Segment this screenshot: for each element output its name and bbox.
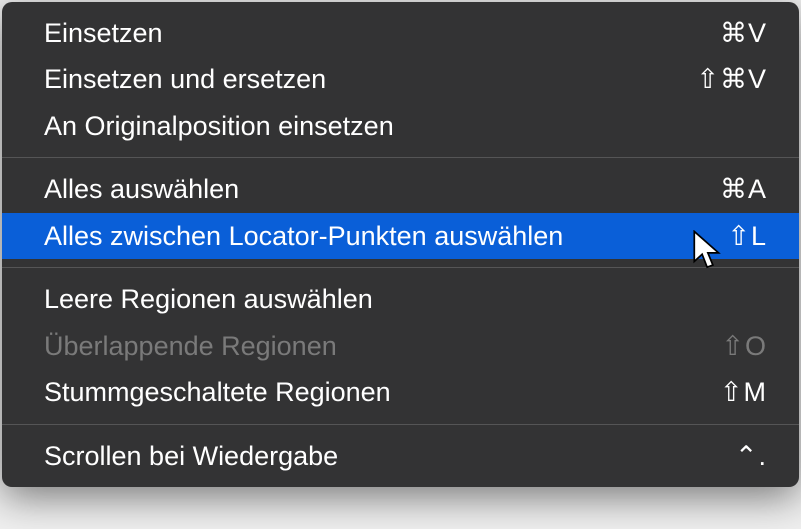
menu-item-shortcut: ⌘V bbox=[720, 15, 767, 51]
menu-item-label: Alles auswählen bbox=[44, 171, 700, 207]
menu-item-paste-replace[interactable]: Einsetzen und ersetzen ⇧⌘V bbox=[2, 56, 799, 102]
menu-item-select-all[interactable]: Alles auswählen ⌘A bbox=[2, 166, 799, 212]
menu-item-shortcut: ⇧M bbox=[720, 374, 767, 410]
menu-item-label: Einsetzen bbox=[44, 15, 700, 51]
menu-item-label: Leere Regionen auswählen bbox=[44, 281, 747, 317]
menu-item-label: Alles zwischen Locator-Punkten auswählen bbox=[44, 218, 707, 254]
menu-item-select-between-locators[interactable]: Alles zwischen Locator-Punkten auswählen… bbox=[2, 213, 799, 259]
menu-item-label: Scrollen bei Wiedergabe bbox=[44, 438, 715, 474]
menu-item-shortcut: ⇧O bbox=[721, 328, 767, 364]
menu-item-shortcut: ⌘A bbox=[720, 171, 767, 207]
menu-item-shortcut: ⇧⌘V bbox=[696, 61, 767, 97]
menu-item-overlapping-regions: Überlappende Regionen ⇧O bbox=[2, 323, 799, 369]
menu-item-paste-original-position[interactable]: An Originalposition einsetzen bbox=[2, 103, 799, 149]
menu-item-scroll-on-playback[interactable]: Scrollen bei Wiedergabe ⌃. bbox=[2, 433, 799, 479]
menu-item-label: Einsetzen und ersetzen bbox=[44, 61, 676, 97]
menu-separator bbox=[2, 157, 799, 158]
menu-item-muted-regions[interactable]: Stummgeschaltete Regionen ⇧M bbox=[2, 369, 799, 415]
menu-item-select-empty-regions[interactable]: Leere Regionen auswählen bbox=[2, 276, 799, 322]
context-menu: Einsetzen ⌘V Einsetzen und ersetzen ⇧⌘V … bbox=[2, 2, 799, 487]
menu-item-label: Überlappende Regionen bbox=[44, 328, 701, 364]
menu-item-shortcut: ⇧L bbox=[727, 218, 767, 254]
menu-item-label: An Originalposition einsetzen bbox=[44, 108, 747, 144]
menu-item-paste[interactable]: Einsetzen ⌘V bbox=[2, 10, 799, 56]
menu-item-shortcut: ⌃. bbox=[735, 438, 767, 474]
menu-separator bbox=[2, 424, 799, 425]
menu-separator bbox=[2, 267, 799, 268]
menu-item-label: Stummgeschaltete Regionen bbox=[44, 374, 700, 410]
